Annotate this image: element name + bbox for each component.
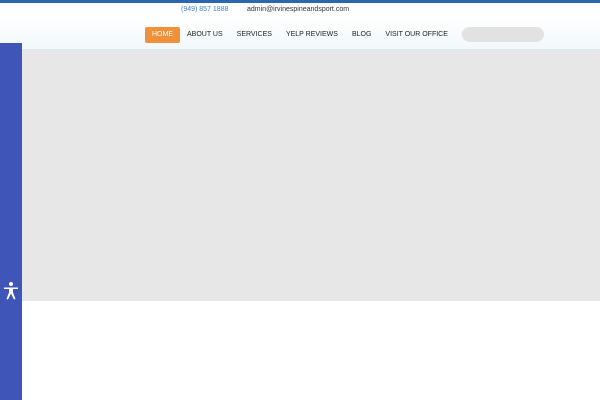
nav-item-home[interactable]: HOME	[145, 27, 180, 43]
nav-item-visit-our-office[interactable]: VISIT OUR OFFICE	[378, 27, 455, 43]
page-content	[22, 301, 600, 400]
nav-item-about-us[interactable]: ABOUT US	[180, 27, 230, 43]
main-nav: HOME ABOUT US SERVICES YELP REVIEWS BLOG…	[145, 27, 514, 43]
accessibility-sidebar	[0, 43, 22, 400]
hero-banner	[22, 50, 600, 301]
nav-item-yelp-reviews[interactable]: YELP REVIEWS	[279, 27, 345, 43]
accessibility-icon	[4, 282, 18, 300]
nav-item-services[interactable]: SERVICES	[230, 27, 279, 43]
phone-link[interactable]: (949) 857 1888	[181, 3, 228, 17]
search-input[interactable]	[462, 27, 544, 42]
site-header: HOME ABOUT US SERVICES YELP REVIEWS BLOG…	[0, 17, 600, 50]
page: (949) 857 1888 admin@irvinespineandsport…	[0, 0, 600, 400]
email-link[interactable]: admin@irvinespineandsport.com	[247, 3, 349, 17]
nav-item-blog[interactable]: BLOG	[345, 27, 378, 43]
contact-bar: (949) 857 1888 admin@irvinespineandsport…	[0, 3, 600, 17]
accessibility-button[interactable]	[2, 281, 20, 301]
